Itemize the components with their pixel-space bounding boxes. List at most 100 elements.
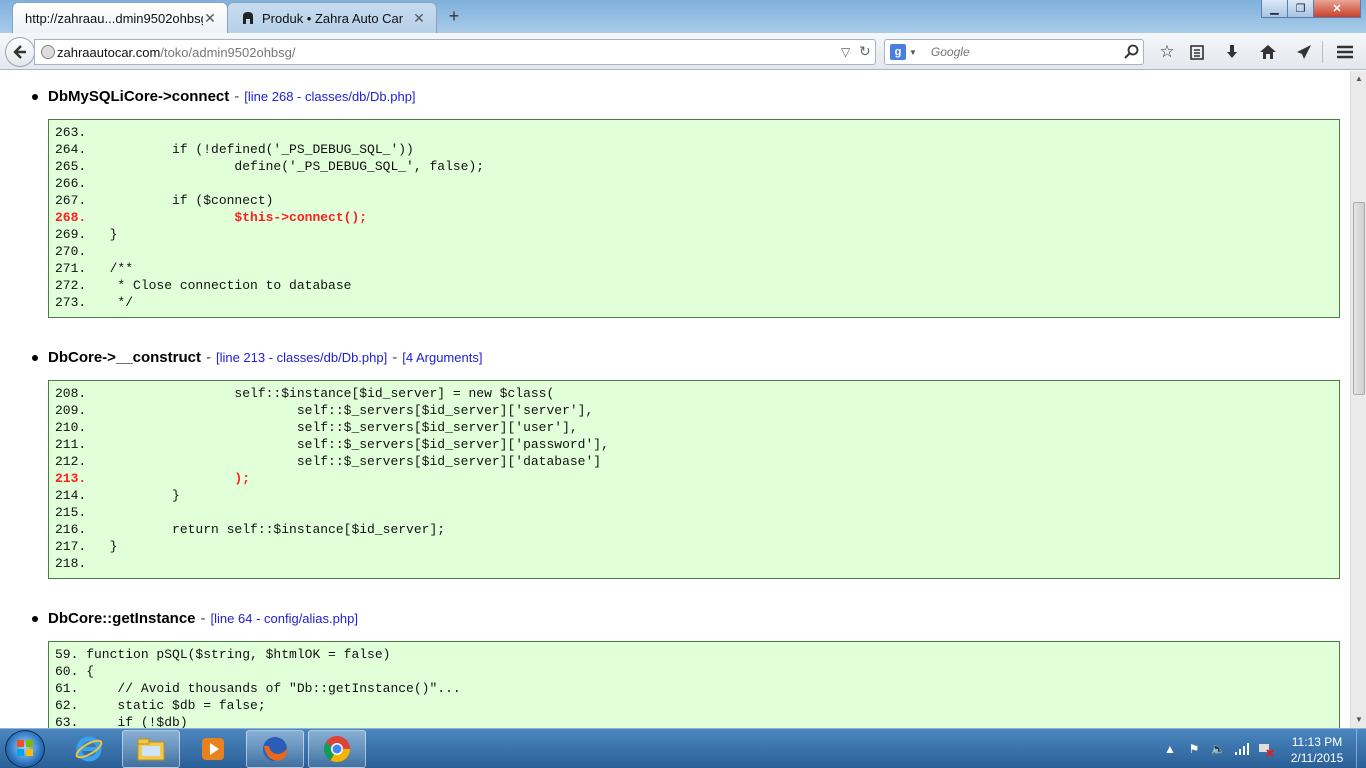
code-line: 265. define('_PS_DEBUG_SQL_', false); — [55, 159, 485, 174]
toolbar-divider — [1322, 41, 1323, 63]
downloads-icon[interactable] — [1220, 40, 1244, 64]
network-error-icon[interactable] — [1256, 739, 1276, 759]
tab-produk[interactable]: Produk • Zahra Auto Car ✕ — [227, 2, 437, 33]
bullet-icon — [32, 354, 38, 361]
code-line: 214. } — [55, 488, 180, 503]
highlighted-code-line: 268. $this->connect(); — [55, 210, 368, 225]
tab-label: Produk • Zahra Auto Car — [262, 10, 404, 26]
action-center-icon[interactable]: ⚑ — [1184, 739, 1204, 759]
code-line: 217. } — [55, 539, 118, 554]
clock-time: 11:13 PM — [1291, 735, 1343, 749]
code-line: 61. // Avoid thousands of "Db::getInstan… — [55, 681, 461, 696]
code-line: 273. */ — [55, 295, 134, 310]
show-hidden-icons-icon[interactable]: ▲ — [1160, 739, 1180, 759]
code-line: 216. return self::$instance[$id_server]; — [55, 522, 446, 537]
code-line: 209. self::$_servers[$id_server]['server… — [55, 403, 594, 418]
code-line: 272. * Close connection to database — [55, 278, 352, 293]
media-player-icon[interactable] — [184, 730, 242, 768]
bookmark-star-icon[interactable]: ☆ — [1155, 40, 1179, 64]
code-line: 218. — [55, 556, 87, 571]
url-path: /toko/admin9502ohbsg/ — [160, 44, 296, 60]
separator: - — [234, 88, 240, 105]
menu-icon[interactable] — [1333, 40, 1357, 64]
system-tray: ▲ ⚑ 🔈 — [1160, 729, 1280, 768]
reload-icon[interactable]: ↻ — [859, 43, 871, 60]
source-location-link[interactable]: [line 213 - classes/db/Db.php] — [216, 350, 387, 365]
code-line: 267. if ($connect) — [55, 193, 274, 208]
tab-favicon-icon — [240, 10, 256, 26]
code-line: 264. if (!defined('_PS_DEBUG_SQL_')) — [55, 142, 414, 157]
bookmarks-list-icon[interactable] — [1185, 40, 1209, 64]
function-name: DbCore::getInstance — [48, 610, 196, 627]
function-name: DbCore->__construct — [48, 349, 201, 366]
firefox-icon[interactable] — [246, 730, 304, 768]
separator: - — [392, 349, 398, 366]
highlighted-code-line: 213. ); — [55, 471, 251, 486]
chevron-down-icon[interactable]: ▼ — [909, 48, 917, 57]
scroll-thumb[interactable] — [1353, 202, 1365, 395]
source-location-link[interactable]: [line 64 - config/alias.php] — [211, 611, 358, 626]
tab-label: http://zahraau...dmin9502ohbsg/ — [25, 10, 203, 26]
code-line: 215. — [55, 505, 87, 520]
trace-heading: DbCore->__construct - [line 213 - classe… — [32, 349, 482, 366]
code-line: 269. } — [55, 227, 118, 242]
scroll-down-icon[interactable]: ▼ — [1351, 712, 1366, 728]
network-signal-icon[interactable] — [1232, 739, 1252, 759]
code-line: 60. { — [55, 664, 95, 679]
chrome-icon[interactable] — [308, 730, 366, 768]
code-line: 271. /** — [55, 261, 134, 276]
windows-logo-icon — [17, 740, 33, 756]
globe-icon — [41, 45, 55, 59]
bullet-icon — [32, 93, 38, 100]
code-line: 63. if (!$db) — [55, 715, 188, 728]
windows-taskbar: ▲ ⚑ 🔈 11:13 PM 2/11/2015 — [0, 728, 1366, 768]
minimize-button[interactable]: ▁ — [1261, 0, 1288, 18]
code-snippet: 59. function pSQL($string, $htmlOK = fal… — [48, 641, 1340, 728]
back-button[interactable] — [5, 37, 35, 67]
close-icon[interactable]: ✕ — [203, 10, 217, 27]
clock-date: 2/11/2015 — [1290, 751, 1344, 765]
scroll-up-icon[interactable]: ▲ — [1351, 71, 1366, 87]
file-explorer-icon[interactable] — [122, 730, 180, 768]
trace-heading: DbMySQLiCore->connect - [line 268 - clas… — [32, 88, 416, 105]
bullet-icon — [32, 615, 38, 622]
code-line: 62. static $db = false; — [55, 698, 266, 713]
code-line: 266. — [55, 176, 87, 191]
vertical-scrollbar[interactable]: ▲ ▼ — [1350, 71, 1366, 728]
code-line: 211. self::$_servers[$id_server]['passwo… — [55, 437, 609, 452]
search-bar[interactable]: g ▼ — [884, 39, 1144, 65]
google-icon[interactable]: g — [890, 44, 906, 60]
address-bar[interactable]: zahraautocar.com/toko/admin9502ohbsg/ ▽ … — [34, 39, 876, 65]
volume-icon[interactable]: 🔈 — [1208, 739, 1228, 759]
internet-explorer-icon[interactable] — [60, 730, 118, 768]
separator: - — [200, 610, 206, 627]
page-content: DbMySQLiCore->connect - [line 268 - clas… — [0, 71, 1350, 728]
code-line: 263. — [55, 125, 87, 140]
browser-titlebar: http://zahraau...dmin9502ohbsg/ ✕ Produk… — [0, 0, 1366, 33]
home-icon[interactable] — [1256, 40, 1280, 64]
url-host: zahraautocar.com — [57, 44, 161, 60]
back-arrow-icon — [13, 45, 26, 59]
history-dropdown-icon[interactable]: ▽ — [841, 45, 850, 59]
start-button[interactable] — [5, 730, 45, 768]
code-line: 270. — [55, 244, 87, 259]
separator: - — [205, 349, 211, 366]
trace-heading: DbCore::getInstance - [line 64 - config/… — [32, 610, 358, 627]
maximize-button[interactable]: ❐ — [1287, 0, 1314, 18]
system-clock[interactable]: 11:13 PM 2/11/2015 — [1285, 734, 1349, 766]
close-icon[interactable]: ✕ — [412, 10, 426, 27]
close-window-button[interactable]: ✕ — [1313, 0, 1361, 18]
navigation-toolbar: zahraautocar.com/toko/admin9502ohbsg/ ▽ … — [0, 33, 1366, 70]
code-snippet: 208. self::$instance[$id_server] = new $… — [48, 380, 1340, 579]
search-input[interactable] — [930, 45, 1131, 59]
new-tab-button[interactable]: + — [444, 6, 464, 26]
source-location-link[interactable]: [line 268 - classes/db/Db.php] — [244, 89, 415, 104]
code-line: 59. function pSQL($string, $htmlOK = fal… — [55, 647, 391, 662]
tab-admin[interactable]: http://zahraau...dmin9502ohbsg/ ✕ — [12, 2, 228, 33]
show-desktop-button[interactable] — [1356, 729, 1366, 768]
search-icon[interactable] — [1124, 44, 1139, 62]
code-line: 208. self::$instance[$id_server] = new $… — [55, 386, 555, 401]
code-snippet: 263. 264. if (!defined('_PS_DEBUG_SQL_')… — [48, 119, 1340, 318]
arguments-link[interactable]: [4 Arguments] — [402, 350, 482, 365]
share-icon[interactable] — [1292, 40, 1316, 64]
